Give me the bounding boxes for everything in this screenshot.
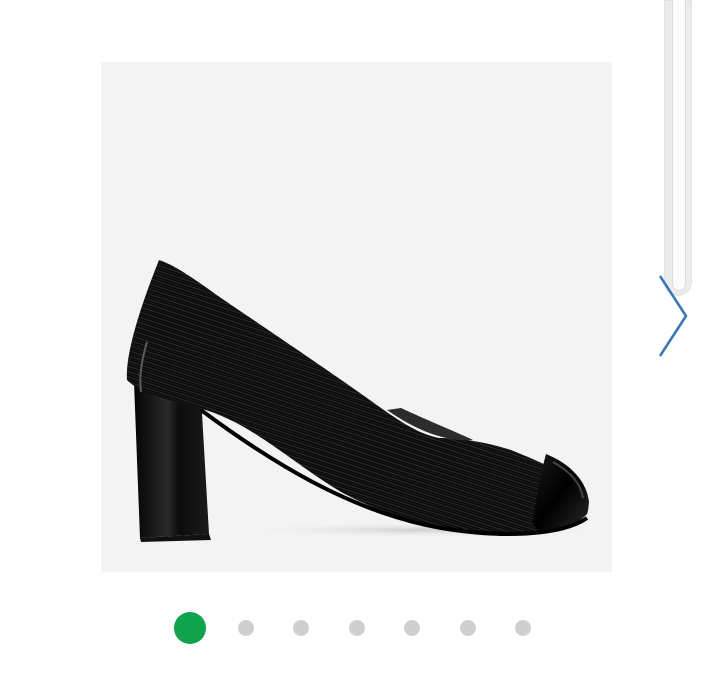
scrollbar-thumb[interactable] [673,0,685,290]
black-block-heel-pump-image [126,260,611,542]
product-image-gallery [0,0,713,700]
chevron-right-icon [658,275,688,357]
pagination-dot[interactable] [515,620,531,636]
pagination-dot[interactable] [293,620,309,636]
product-image[interactable] [101,62,612,572]
next-image-button[interactable] [652,272,692,362]
pagination-dot[interactable] [348,620,365,636]
pagination-dot[interactable] [459,620,476,636]
pagination-dot-active[interactable] [174,612,206,644]
pagination-dot[interactable] [237,620,254,636]
image-pagination-dots [0,610,713,646]
pagination-dot[interactable] [404,620,420,636]
